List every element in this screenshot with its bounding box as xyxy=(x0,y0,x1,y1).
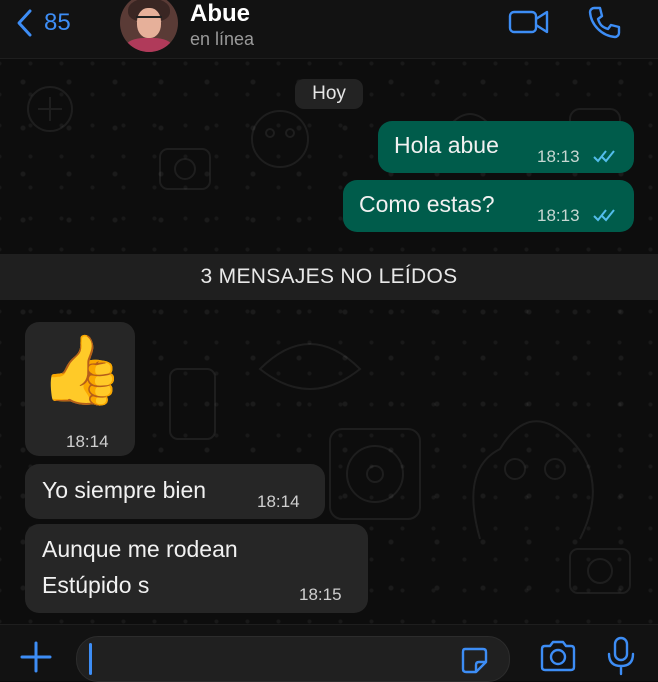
message-time: 18:13 xyxy=(537,206,580,225)
wallpaper-doodle xyxy=(251,110,309,168)
sticker-icon xyxy=(461,647,488,674)
message-text-line: Estúpido s xyxy=(42,572,150,598)
back-button[interactable]: 85 xyxy=(14,6,71,40)
message-text-line: Aunque me rodean xyxy=(42,536,238,562)
voice-call-button[interactable] xyxy=(586,4,622,45)
incoming-message[interactable]: Aunque me rodean Estúpido s 18:15 xyxy=(25,524,368,613)
incoming-message[interactable]: Yo siempre bien 18:14 xyxy=(25,464,325,519)
voice-message-button[interactable] xyxy=(604,635,638,682)
message-time: 18:14 xyxy=(257,492,300,511)
message-text: Como estas? xyxy=(359,191,495,217)
attach-button[interactable] xyxy=(18,639,54,680)
outgoing-message[interactable]: Hola abue 18:13 xyxy=(378,121,634,173)
sticker-button[interactable] xyxy=(459,645,489,680)
video-call-button[interactable] xyxy=(508,6,550,43)
read-receipt-icon xyxy=(592,207,618,228)
unread-chats-count: 85 xyxy=(44,9,71,36)
message-time: 18:13 xyxy=(537,147,580,166)
wallpaper-doodle xyxy=(169,368,216,440)
phone-icon xyxy=(588,6,621,39)
camera-icon xyxy=(540,640,576,672)
chevron-left-icon xyxy=(17,9,32,37)
text-caret xyxy=(89,643,92,675)
wallpaper-doodle xyxy=(159,148,211,190)
date-separator: Hoy xyxy=(295,79,363,109)
wallpaper-doodle xyxy=(569,548,631,594)
read-receipt-icon xyxy=(592,148,618,169)
message-input[interactable] xyxy=(76,636,510,682)
plus-icon xyxy=(20,641,52,673)
chat-header: 85 Abue en línea xyxy=(0,0,658,59)
contact-name[interactable]: Abue xyxy=(190,0,250,28)
wallpaper-doodle xyxy=(329,428,421,520)
message-time: 18:14 xyxy=(66,432,109,451)
camera-button[interactable] xyxy=(538,639,578,678)
microphone-icon xyxy=(607,636,635,676)
message-text: Hola abue xyxy=(394,132,499,158)
message-list[interactable]: Hoy Hola abue 18:13 Como estas? 18:13 3 … xyxy=(0,59,658,624)
video-camera-icon xyxy=(508,10,549,34)
wallpaper-doodle xyxy=(27,86,73,132)
outgoing-message[interactable]: Como estas? 18:13 xyxy=(343,180,634,232)
message-time: 18:15 xyxy=(299,585,342,604)
unread-messages-banner: 3 MENSAJES NO LEÍDOS xyxy=(0,254,658,300)
contact-status: en línea xyxy=(190,29,255,49)
message-composer xyxy=(0,624,658,682)
incoming-message[interactable]: 👍 18:14 xyxy=(25,322,135,456)
message-text: Yo siempre bien xyxy=(42,477,207,503)
thumbs-up-emoji: 👍 xyxy=(39,332,124,408)
wallpaper-doodle xyxy=(258,343,362,390)
avatar[interactable] xyxy=(120,0,178,52)
